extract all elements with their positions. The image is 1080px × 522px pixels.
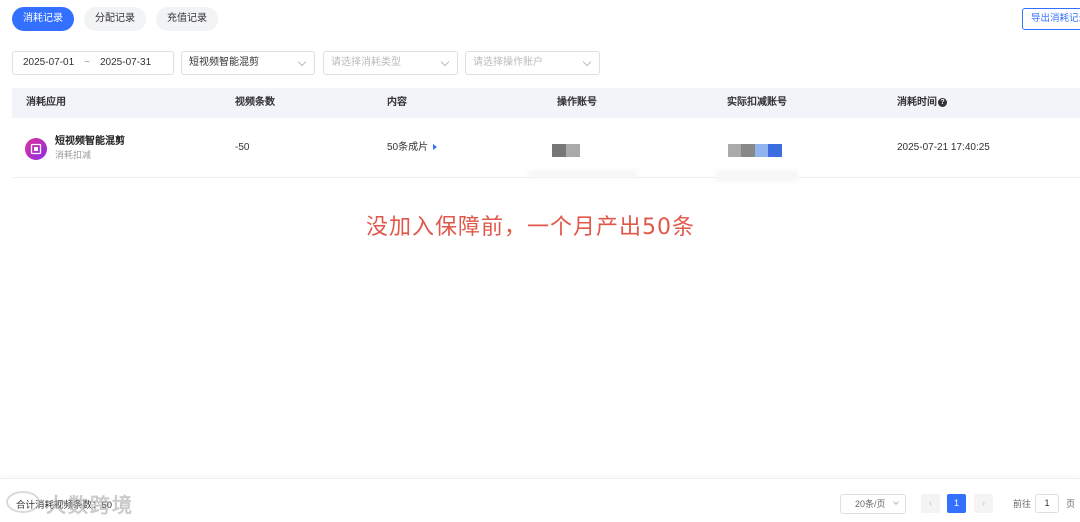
col-operator-account: 操作账号 xyxy=(557,97,597,108)
app-select[interactable]: 短视频智能混剪 xyxy=(181,51,315,75)
goto-label: 前往 xyxy=(1013,499,1032,509)
col-app: 消耗应用 xyxy=(26,97,66,108)
page-unit-label: 页 xyxy=(1066,499,1076,509)
col-consume-time: 消耗时间? xyxy=(897,88,947,118)
tab-recharge-records[interactable]: 充值记录 xyxy=(156,7,218,31)
table-header: 消耗应用 视频条数 内容 操作账号 实际扣减账号 消耗时间? xyxy=(12,88,1080,118)
redaction-shadow xyxy=(528,170,638,178)
tab-allocation-records[interactable]: 分配记录 xyxy=(84,7,146,31)
chevron-down-icon xyxy=(297,57,307,67)
operator-account-select[interactable]: 请选择操作账户 xyxy=(465,51,600,75)
chevron-down-icon xyxy=(582,57,592,67)
watermark-logo-icon xyxy=(6,491,40,513)
record-tabs: 消耗记录 分配记录 充值记录 xyxy=(12,7,218,31)
export-consumption-button[interactable]: 导出消耗记录 xyxy=(1022,8,1080,30)
chevron-down-icon xyxy=(440,57,450,67)
prev-page-button[interactable]: ‹ xyxy=(921,494,940,513)
video-count: -50 xyxy=(235,142,250,153)
watermark: 大数跨境 xyxy=(46,495,134,517)
tab-consumption-records[interactable]: 消耗记录 xyxy=(12,7,74,31)
consumption-type-select[interactable]: 请选择消耗类型 xyxy=(323,51,458,75)
app-select-value: 短视频智能混剪 xyxy=(189,57,259,68)
help-icon[interactable]: ? xyxy=(938,98,947,107)
date-end: 2025-07-31 xyxy=(100,57,152,68)
col-content: 内容 xyxy=(387,97,407,108)
col-consume-time-label: 消耗时间 xyxy=(897,97,937,108)
content-cell[interactable]: 50条成片 xyxy=(387,118,438,178)
content-text: 50条成片 xyxy=(387,142,429,153)
annotation-text: 没加入保障前，一个月产出50条 xyxy=(366,215,695,240)
date-start: 2025-07-01 xyxy=(23,57,75,68)
app-name: 短视频智能混剪 xyxy=(55,136,125,147)
table-footer: 合计消耗视频条数：50 大数跨境 20条/页 ‹ 1 › 前往 1 页 xyxy=(0,478,1080,522)
consume-time: 2025-07-21 17:40:25 xyxy=(897,142,990,153)
col-deduct-account: 实际扣减账号 xyxy=(727,97,787,108)
deduct-account-redacted xyxy=(728,144,782,157)
col-video-count: 视频条数 xyxy=(235,97,275,108)
app-icon xyxy=(25,138,47,160)
page-size-value: 20条/页 xyxy=(855,499,886,509)
page-size-select[interactable]: 20条/页 xyxy=(840,494,906,514)
operator-account-redacted xyxy=(552,144,580,157)
next-page-button[interactable]: › xyxy=(974,494,993,513)
play-icon xyxy=(433,144,438,150)
table-row: 短视频智能混剪 消耗扣减 -50 50条成片 2025-07-21 17:40:… xyxy=(12,118,1080,178)
date-range-picker[interactable]: 2025-07-01 ~ 2025-07-31 xyxy=(12,51,174,75)
date-separator: ~ xyxy=(84,57,90,68)
operator-account-placeholder: 请选择操作账户 xyxy=(473,57,543,68)
goto-page-input[interactable]: 1 xyxy=(1035,494,1059,513)
chevron-down-icon xyxy=(893,499,899,505)
redaction-shadow xyxy=(716,170,798,182)
page-button-current[interactable]: 1 xyxy=(947,494,966,513)
app-subtitle: 消耗扣减 xyxy=(55,150,92,160)
consumption-type-placeholder: 请选择消耗类型 xyxy=(331,57,401,68)
